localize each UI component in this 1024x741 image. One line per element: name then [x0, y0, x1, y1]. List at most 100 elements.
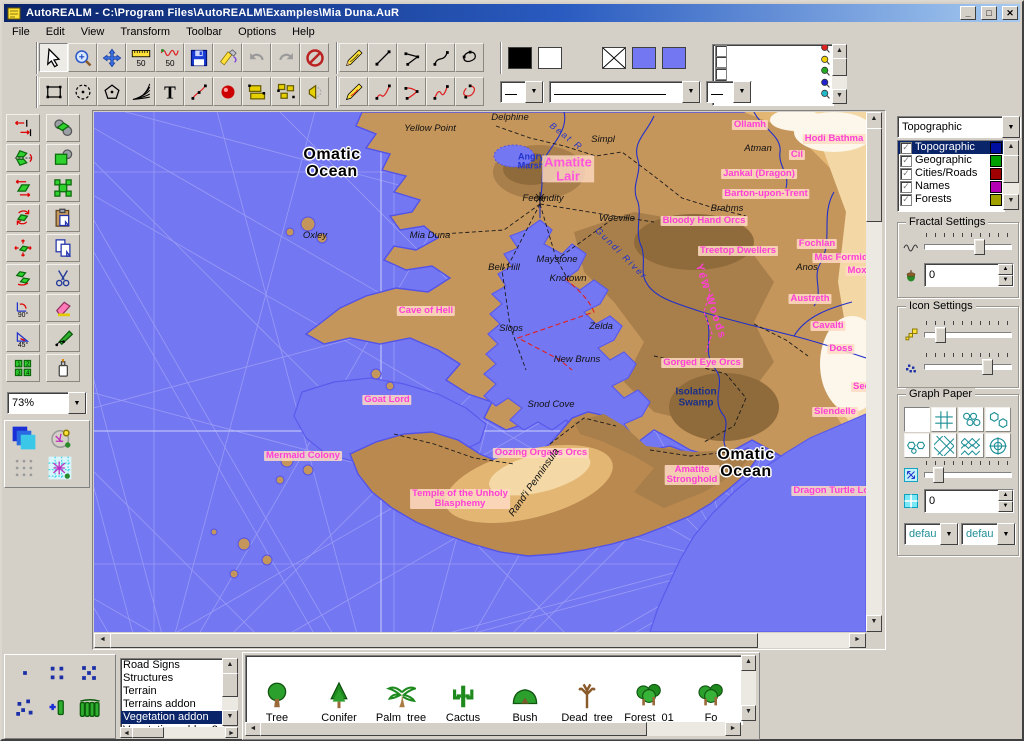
distribute-tool[interactable] — [271, 77, 300, 106]
move-tool[interactable] — [6, 264, 40, 292]
grid-scale-slider[interactable] — [924, 461, 1012, 481]
single-dot-icon[interactable] — [15, 663, 35, 683]
add-library-icon[interactable] — [47, 697, 67, 717]
roughness-slider[interactable] — [924, 233, 1012, 253]
scroll-thumb[interactable] — [1003, 155, 1019, 183]
curve-tool[interactable] — [426, 43, 455, 72]
fractal-line-tool[interactable] — [368, 77, 397, 106]
chart-grid-tool[interactable] — [242, 77, 271, 106]
cut-button[interactable] — [46, 264, 80, 292]
grid-style-combo-1[interactable]: defau ▼ — [904, 523, 959, 545]
library-list[interactable]: Road SignsStructuresTerrainTerrains addo… — [120, 658, 224, 728]
grid-scale-icon[interactable] — [903, 467, 919, 483]
no-fill-swatch[interactable] — [602, 47, 626, 69]
circle-tool[interactable] — [68, 77, 97, 106]
map-hscrollbar[interactable]: ◄ ► — [94, 633, 866, 648]
symbol-bush[interactable]: Bush — [494, 658, 556, 724]
rectangle-tool[interactable] — [39, 77, 68, 106]
checkbox[interactable] — [715, 56, 727, 68]
select-tool[interactable] — [39, 43, 68, 72]
ruler-tool[interactable]: 50 — [126, 43, 155, 72]
flip-symbol-tool[interactable] — [300, 77, 329, 106]
chevron-down-icon[interactable]: ▼ — [68, 392, 86, 414]
fractal-curve-tool[interactable] — [426, 77, 455, 106]
menu-edit[interactable]: Edit — [38, 25, 73, 39]
graph-paper-style-1-button[interactable] — [904, 407, 930, 432]
freehand-tool[interactable] — [339, 43, 368, 72]
scroll-up-button[interactable]: ▲ — [832, 44, 847, 59]
library-item[interactable]: Vegetation addon — [121, 711, 223, 724]
scroll-thumb[interactable] — [260, 722, 647, 736]
stroke-color-swatch[interactable] — [508, 47, 532, 69]
view-overlay-row[interactable] — [713, 57, 833, 69]
spin-up-button[interactable]: ▲ — [998, 264, 1013, 275]
symbol-tool[interactable] — [213, 77, 242, 106]
chevron-down-icon[interactable]: ▼ — [733, 81, 751, 103]
fill-color-swatch[interactable] — [538, 47, 562, 69]
grid-style-combo-2[interactable]: defau ▼ — [961, 523, 1016, 545]
library-item[interactable]: Terrains addon — [121, 698, 223, 711]
fractal-polyline-tool[interactable] — [397, 77, 426, 106]
checkbox[interactable] — [715, 45, 727, 57]
grid-snap-icon[interactable] — [47, 455, 73, 481]
undo-button[interactable] — [242, 43, 271, 72]
scroll-left-button[interactable]: ◄ — [94, 633, 111, 648]
rotate-tool[interactable] — [6, 204, 40, 232]
menu-toolbar[interactable]: Toolbar — [178, 25, 230, 39]
redo-button[interactable] — [271, 43, 300, 72]
layer-row-geographic[interactable]: ✓Geographic — [898, 154, 1004, 167]
scroll-right-button[interactable]: ► — [849, 633, 866, 648]
rotate-45-tool[interactable]: 45° — [6, 324, 40, 352]
symbol-forest_01[interactable]: Forest_01 — [618, 658, 680, 724]
layer-row-names[interactable]: ✓Names — [898, 180, 1004, 193]
map-color-swatch-2[interactable] — [662, 47, 686, 69]
view-overlay-row[interactable] — [713, 45, 833, 57]
graph-paper-style-4-button[interactable] — [985, 407, 1011, 432]
layer-checkbox[interactable]: ✓ — [900, 194, 912, 206]
library-hscrollbar[interactable]: ◄ ► — [120, 727, 238, 738]
rotate-snap-icon[interactable] — [49, 427, 73, 451]
close-button[interactable]: ✕ — [1002, 6, 1018, 20]
graph-paper-style-3-button[interactable] — [958, 407, 984, 432]
line-tool[interactable] — [368, 43, 397, 72]
line-begin-combo[interactable]: ▼ — [500, 81, 544, 103]
layer-checkbox[interactable]: ✓ — [900, 155, 912, 167]
graph-paper-style-7-button[interactable] — [958, 433, 984, 458]
scroll-thumb[interactable] — [110, 633, 758, 648]
grid-size-spinner[interactable]: 0 ▲▼ — [924, 489, 1014, 513]
layer-row-cities-roads[interactable]: ✓Cities/Roads — [898, 167, 1004, 180]
zoom-tool[interactable] — [68, 43, 97, 72]
scroll-thumb[interactable] — [832, 58, 847, 76]
map-canvas[interactable]: Omatic OceanOmatic OceanYellow PointDelp… — [94, 112, 866, 632]
array-tool[interactable]: 1234 — [6, 354, 40, 382]
projection-tool[interactable] — [126, 77, 155, 106]
layer-color-swatch[interactable] — [990, 194, 1002, 206]
cancel-button[interactable] — [300, 43, 329, 72]
fractal-ruler-tool[interactable]: 50 — [155, 43, 184, 72]
map-vscrollbar[interactable]: ▲ ▼ — [866, 112, 882, 632]
scroll-down-button[interactable]: ▼ — [222, 710, 238, 726]
icon-size-slider[interactable] — [924, 321, 1012, 341]
menu-view[interactable]: View — [73, 25, 113, 39]
polygon-tool[interactable] — [97, 77, 126, 106]
order-back-tool[interactable] — [46, 114, 80, 142]
library-item[interactable]: Terrain — [121, 685, 223, 698]
spin-down-button[interactable]: ▼ — [998, 275, 1013, 286]
paste-button[interactable] — [46, 204, 80, 232]
map-color-swatch-1[interactable] — [632, 47, 656, 69]
flip-tool[interactable] — [6, 144, 40, 172]
symbol-cactus[interactable]: Cactus — [432, 658, 494, 724]
text-tool[interactable]: T — [155, 77, 184, 106]
pan-tool[interactable] — [97, 43, 126, 72]
symbol-tree[interactable]: Tree — [246, 658, 308, 724]
layer-color-swatch[interactable] — [990, 168, 1002, 180]
copy-button[interactable] — [46, 234, 80, 262]
scroll-thumb[interactable] — [222, 673, 238, 697]
layer-checkbox[interactable]: ✓ — [900, 181, 912, 193]
polyline-tool[interactable] — [397, 43, 426, 72]
chevron-down-icon[interactable]: ▼ — [525, 81, 543, 103]
fractal-freehand-tool[interactable] — [339, 77, 368, 106]
layer-row-forests[interactable]: ✓Forests — [898, 193, 1004, 206]
scroll-up-button[interactable]: ▲ — [866, 112, 882, 129]
scroll-right-button[interactable]: ► — [725, 722, 741, 736]
